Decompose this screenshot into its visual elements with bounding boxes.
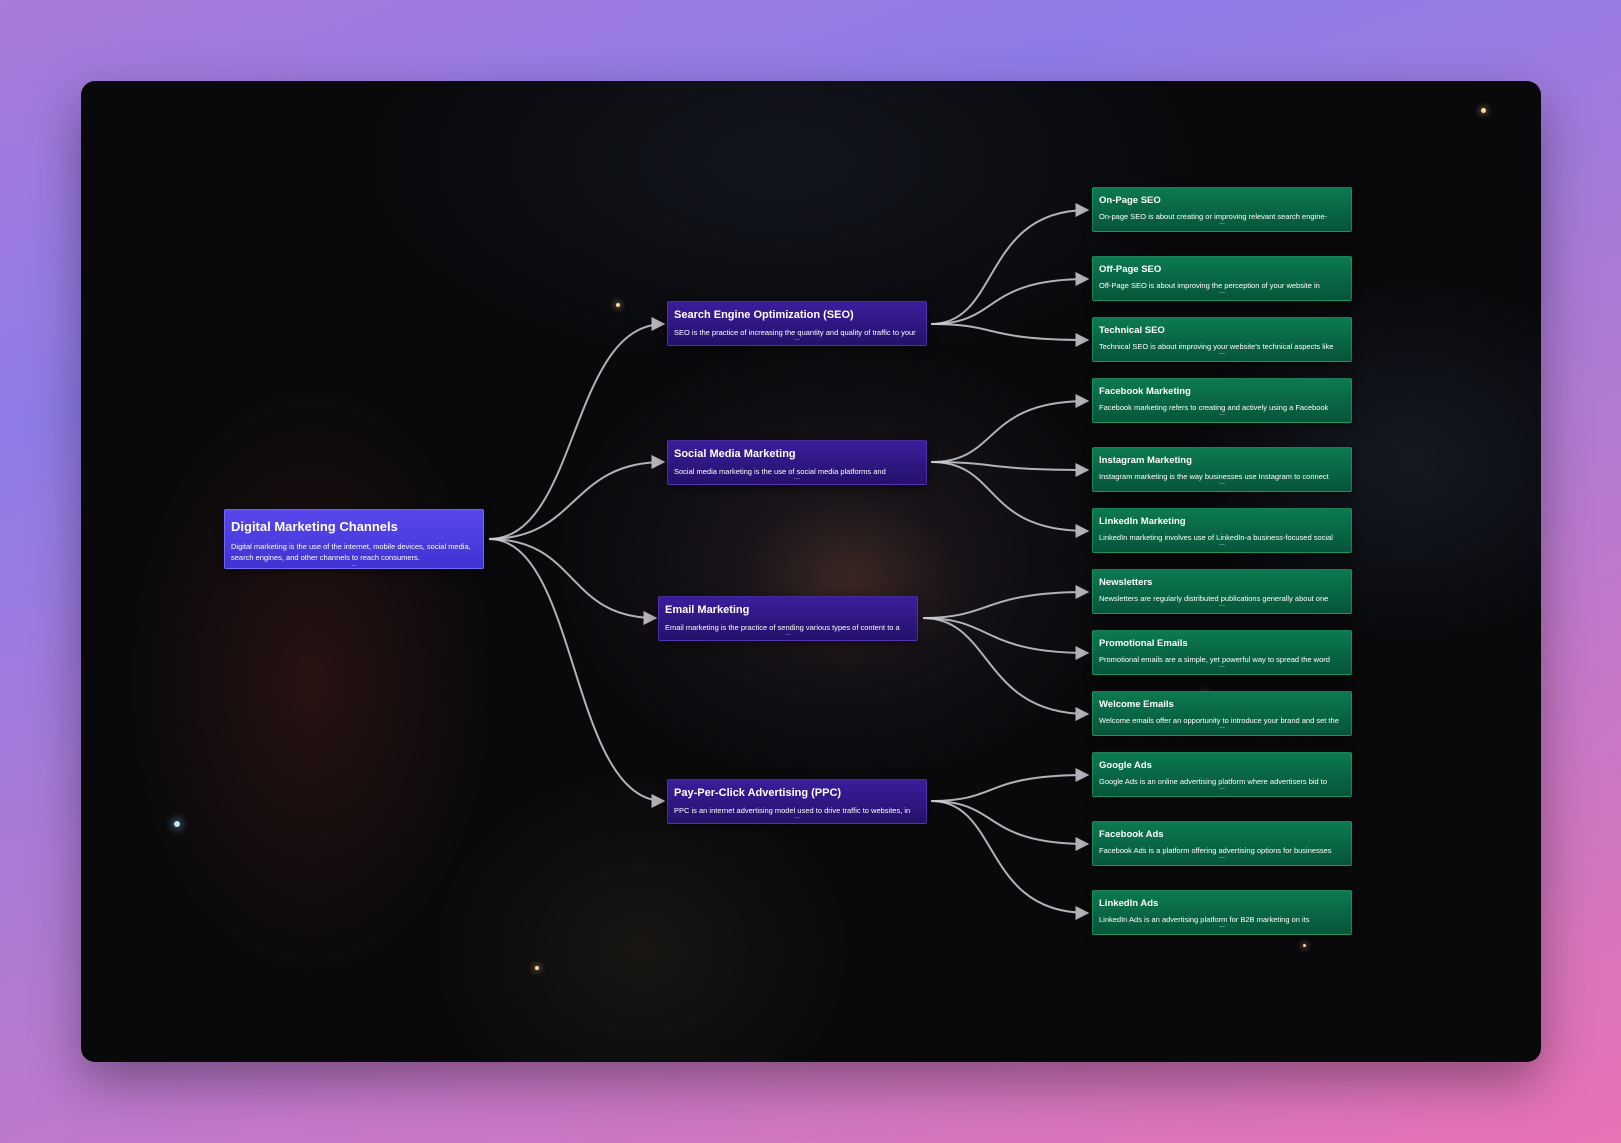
branch-node-social-media[interactable]: Social Media Marketing Social media mark… [667,440,927,485]
leaf-node-linkedin-ads[interactable]: LinkedIn Ads LinkedIn Ads is an advertis… [1092,890,1352,935]
leaf-node-title: Promotional Emails [1099,638,1188,649]
leaf-node-more: ... [1219,922,1225,929]
link-social-linkedin [930,461,1090,538]
leaf-node-more: ... [1219,479,1225,486]
mindmap-canvas: Digital Marketing Channels Digital marke… [81,81,1541,1062]
leaf-node-linkedin-marketing[interactable]: LinkedIn Marketing LinkedIn marketing in… [1092,508,1352,553]
branch-node-title: Social Media Marketing [674,448,796,460]
leaf-node-on-page-seo[interactable]: On-Page SEO On-page SEO is about creatin… [1092,187,1352,232]
branch-node-title: Pay-Per-Click Advertising (PPC) [674,787,842,799]
leaf-node-more: ... [1219,540,1225,547]
branch-node-email[interactable]: Email Marketing Email marketing is the p… [658,596,918,641]
leaf-node-more: ... [1219,288,1225,295]
branch-node-more: ... [794,335,800,342]
root-node-desc: Digital marketing is the use of the inte… [231,542,471,562]
leaf-node-more: ... [1219,410,1225,417]
leaf-node-more: ... [1219,853,1225,860]
link-seo-technical [930,323,1090,347]
link-root-email [488,538,658,625]
link-social-facebook [930,394,1090,463]
link-email-newsletters [922,585,1090,619]
leaf-node-newsletters[interactable]: Newsletters Newsletters are regularly di… [1092,569,1352,614]
leaf-node-title: Google Ads [1099,760,1152,771]
leaf-node-more: ... [1219,349,1225,356]
root-node-more: ... [351,561,357,568]
link-email-welcome [922,617,1090,721]
leaf-node-title: Off-Page SEO [1099,264,1162,275]
leaf-node-instagram-marketing[interactable]: Instagram Marketing Instagram marketing … [1092,447,1352,492]
leaf-node-more: ... [1219,723,1225,730]
leaf-node-more: ... [1219,601,1225,608]
leaf-node-title: Instagram Marketing [1099,455,1192,466]
root-node[interactable]: Digital Marketing Channels Digital marke… [224,509,484,569]
branch-node-ppc[interactable]: Pay-Per-Click Advertising (PPC) PPC is a… [667,779,927,824]
leaf-node-off-page-seo[interactable]: Off-Page SEO Off-Page SEO is about impro… [1092,256,1352,301]
branch-node-title: Search Engine Optimization (SEO) [674,309,854,321]
leaf-node-title: LinkedIn Marketing [1099,516,1186,527]
link-seo-offpage [930,272,1090,325]
leaf-node-promotional-emails[interactable]: Promotional Emails Promotional emails ar… [1092,630,1352,675]
root-node-title: Digital Marketing Channels [231,519,398,534]
leaf-node-title: Facebook Marketing [1099,386,1191,397]
link-ppc-google [930,768,1090,802]
leaf-node-title: Newsletters [1099,577,1153,588]
link-seo-onpage [930,203,1090,325]
branch-node-more: ... [794,474,800,481]
leaf-node-title: On-Page SEO [1099,195,1161,206]
link-root-seo [488,317,666,540]
leaf-node-technical-seo[interactable]: Technical SEO Technical SEO is about imp… [1092,317,1352,362]
leaf-node-welcome-emails[interactable]: Welcome Emails Welcome emails offer an o… [1092,691,1352,736]
leaf-node-facebook-ads[interactable]: Facebook Ads Facebook Ads is a platform … [1092,821,1352,866]
leaf-node-title: Technical SEO [1099,325,1165,336]
leaf-node-facebook-marketing[interactable]: Facebook Marketing Facebook marketing re… [1092,378,1352,423]
leaf-node-more: ... [1219,784,1225,791]
leaf-node-title: Welcome Emails [1099,699,1174,710]
branch-node-more: ... [785,630,791,637]
leaf-node-more: ... [1219,662,1225,669]
leaf-node-google-ads[interactable]: Google Ads Google Ads is an online adver… [1092,752,1352,797]
leaf-node-title: LinkedIn Ads [1099,898,1159,909]
link-root-ppc [488,538,666,808]
leaf-node-title: Facebook Ads [1099,829,1164,840]
branch-node-title: Email Marketing [665,604,750,616]
branch-node-seo[interactable]: Search Engine Optimization (SEO) SEO is … [667,301,927,346]
leaf-node-more: ... [1219,219,1225,226]
link-root-social [488,455,666,540]
branch-node-more: ... [794,813,800,820]
link-ppc-linkedin [930,800,1090,920]
